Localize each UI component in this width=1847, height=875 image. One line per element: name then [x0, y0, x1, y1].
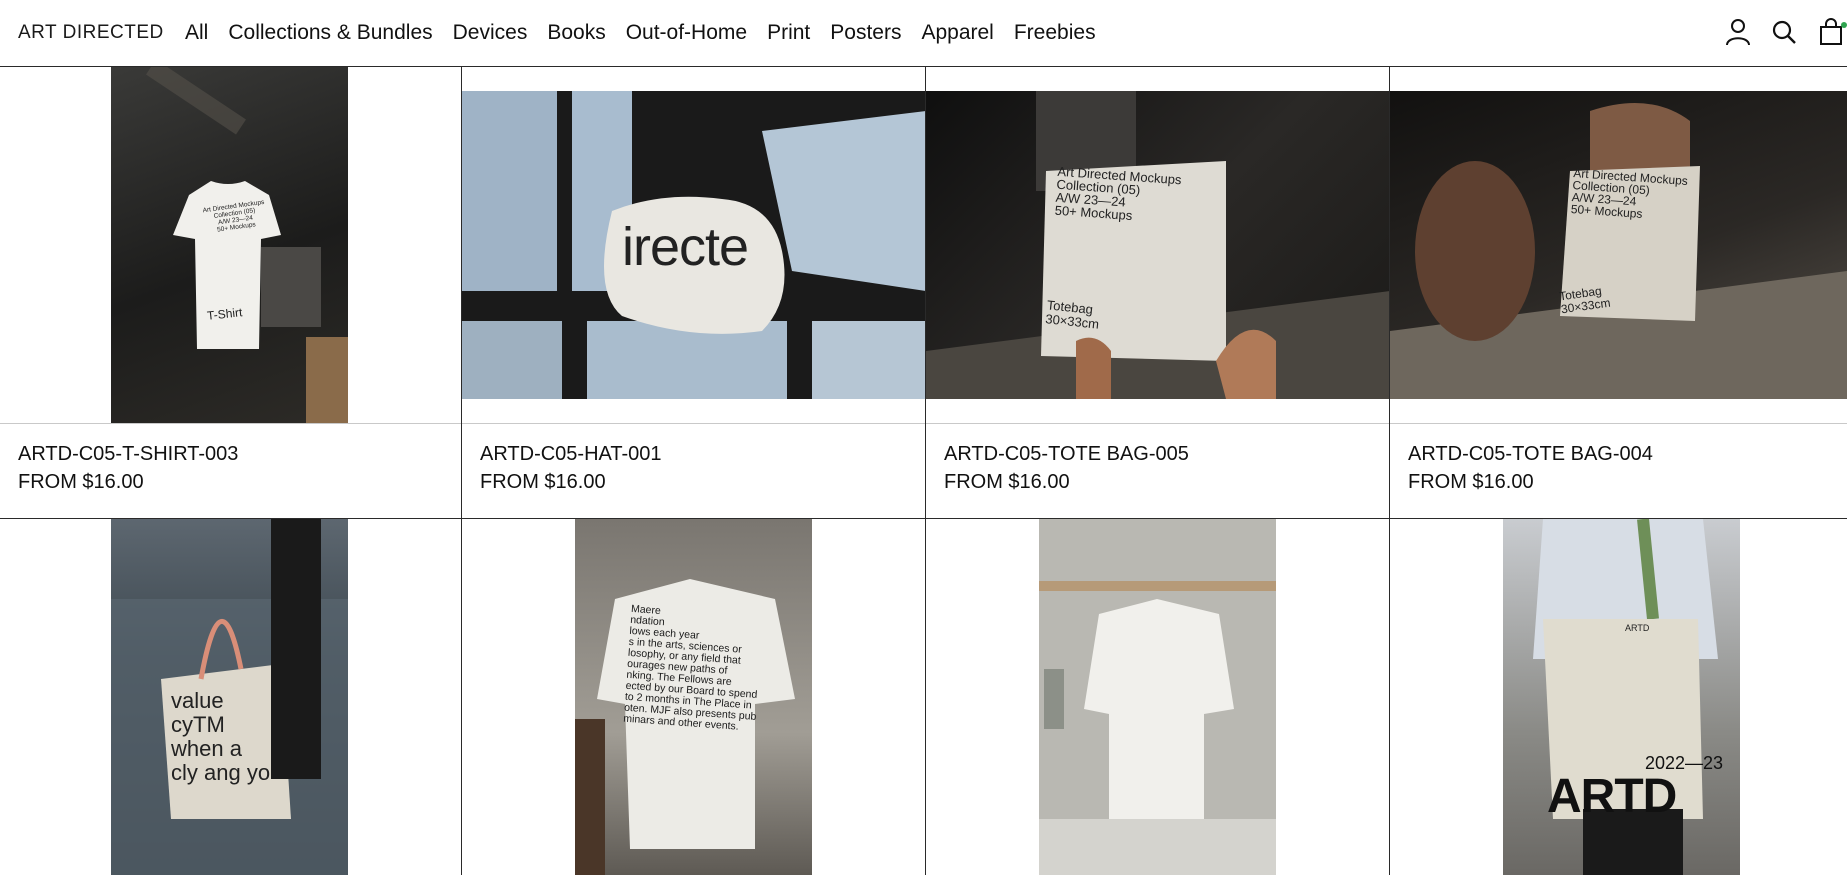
brand-logo[interactable]: ART DIRECTED: [18, 22, 164, 44]
product-card[interactable]: irecte ARTD-C05-HAT-001 FROM $16.00: [462, 67, 926, 518]
product-price: FROM $16.00: [480, 471, 606, 493]
tote-print: value cyTM when a cly ang yo: [171, 688, 271, 785]
product-image[interactable]: ARTD 2022—23 ARTD: [1503, 519, 1740, 875]
tote-print: Art Directed Mockups Collection (05) A/W 2…: [1054, 163, 1182, 224]
tote-size: Totebag 30×33cm: [1044, 297, 1100, 332]
tote-print-top: ARTD: [1625, 623, 1650, 633]
nav-books[interactable]: Books: [547, 21, 605, 45]
product-row: Art Directed Mockups Collection (05) A/W 2…: [0, 67, 1847, 519]
card-divider: [926, 423, 1389, 424]
product-card[interactable]: value cyTM when a cly ang yo: [0, 519, 462, 875]
nav-out-of-home[interactable]: Out-of-Home: [626, 21, 747, 45]
hat-print: irecte: [622, 217, 749, 277]
tote-print-logo: ARTD: [1547, 770, 1677, 823]
nav-collections-bundles[interactable]: Collections & Bundles: [228, 21, 432, 45]
cart-icon[interactable]: [1817, 18, 1847, 46]
search-icon[interactable]: [1771, 18, 1797, 46]
product-image[interactable]: Art Directed Mockups Collection (05) A/W 2…: [1390, 91, 1847, 399]
nav-all[interactable]: All: [185, 21, 208, 45]
cart-indicator: [1841, 22, 1847, 28]
product-card[interactable]: ARTD 2022—23 ARTD: [1390, 519, 1847, 875]
nav-devices[interactable]: Devices: [453, 21, 528, 45]
product-price: FROM $16.00: [1408, 471, 1534, 493]
card-divider: [462, 423, 925, 424]
product-card[interactable]: [926, 519, 1390, 875]
product-image[interactable]: value cyTM when a cly ang yo: [111, 519, 348, 875]
product-price: FROM $16.00: [944, 471, 1070, 493]
product-card[interactable]: Art Directed Mockups Collection (05) A/W 2…: [0, 67, 462, 518]
card-divider: [0, 423, 461, 424]
product-card[interactable]: Maere ndation lows each year s in the arts,…: [462, 519, 926, 875]
product-row: value cyTM when a cly ang yo Maere ndation lo…: [0, 519, 1847, 875]
product-image[interactable]: Art Directed Mockups Collection (05) A/W 2…: [926, 91, 1389, 399]
product-card[interactable]: Art Directed Mockups Collection (05) A/W 2…: [926, 67, 1390, 518]
main-nav: All Collections & Bundles Devices Books …: [185, 21, 1116, 45]
product-name[interactable]: ARTD-C05-TOTE BAG-004: [1408, 443, 1653, 466]
nav-print[interactable]: Print: [767, 21, 810, 45]
card-divider: [1390, 423, 1847, 424]
product-image[interactable]: Maere ndation lows each year s in the arts,…: [575, 519, 812, 875]
nav-freebies[interactable]: Freebies: [1014, 21, 1096, 45]
nav-apparel[interactable]: Apparel: [921, 21, 993, 45]
product-image[interactable]: irecte: [462, 91, 925, 399]
nav-posters[interactable]: Posters: [830, 21, 901, 45]
product-card[interactable]: Art Directed Mockups Collection (05) A/W 2…: [1390, 67, 1847, 518]
site-header: ART DIRECTED All Collections & Bundles D…: [0, 0, 1847, 67]
product-image[interactable]: [1039, 519, 1276, 875]
product-image[interactable]: Art Directed Mockups Collection (05) A/W 2…: [111, 67, 348, 423]
header-icons: [1725, 18, 1847, 46]
tote-print: Art Directed Mockups Collection (05) A/W 2…: [1570, 166, 1689, 221]
tshirt-print: Maere ndation lows each year s in the arts,…: [622, 602, 758, 733]
account-icon[interactable]: [1725, 18, 1751, 46]
product-name[interactable]: ARTD-C05-HAT-001: [480, 443, 662, 466]
product-name[interactable]: ARTD-C05-T-SHIRT-003: [18, 443, 238, 466]
product-price: FROM $16.00: [18, 471, 144, 493]
product-name[interactable]: ARTD-C05-TOTE BAG-005: [944, 443, 1189, 466]
